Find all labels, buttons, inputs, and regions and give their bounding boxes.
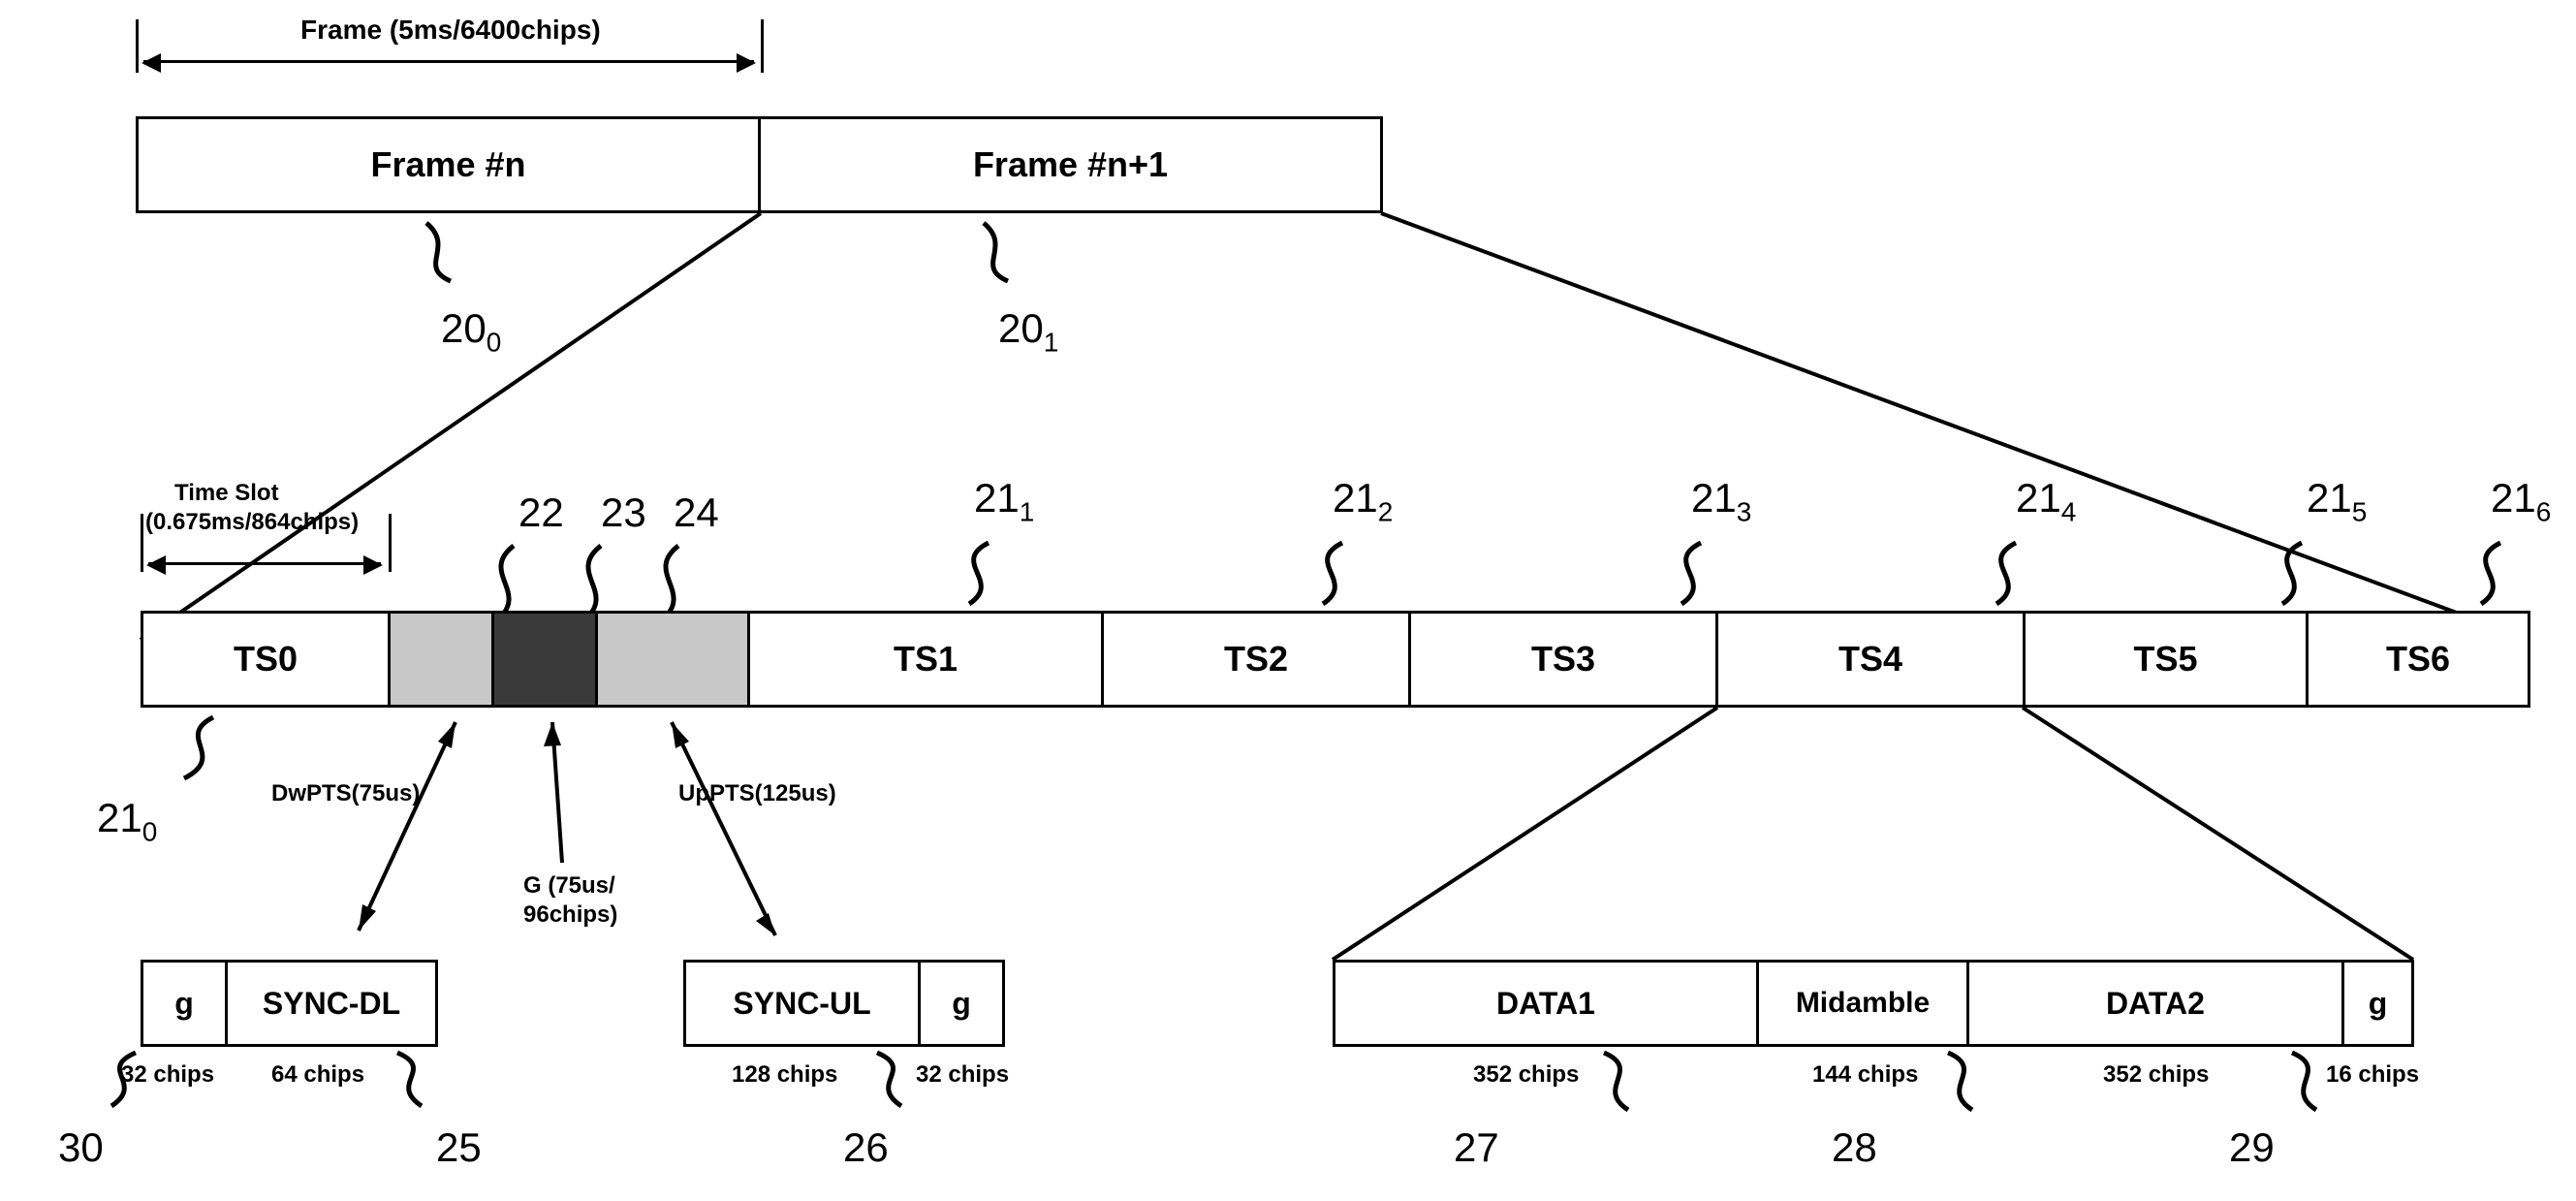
syncdl-g: g	[141, 960, 228, 1047]
burst-chips-g: 16 chips	[2326, 1061, 2419, 1089]
syncul-chips-g: 32 chips	[916, 1061, 1009, 1089]
burst-midamble: Midamble	[1756, 960, 1969, 1047]
burst-data1: DATA1	[1333, 960, 1759, 1047]
ref-27: 27	[1454, 1124, 1499, 1171]
ref-30: 30	[58, 1124, 104, 1171]
burst-g: g	[2341, 960, 2414, 1047]
burst-chips-mid: 144 chips	[1812, 1061, 1918, 1089]
syncul-chips-s: 128 chips	[732, 1061, 837, 1089]
ref-25: 25	[436, 1124, 482, 1171]
ref-29: 29	[2229, 1124, 2275, 1171]
syncul-g: g	[918, 960, 1005, 1047]
ref-28: 28	[1832, 1124, 1877, 1171]
burst-data2: DATA2	[1966, 960, 2344, 1047]
burst-chips-d2: 352 chips	[2103, 1061, 2209, 1089]
ref-26: 26	[843, 1124, 889, 1171]
burst-chips-d1: 352 chips	[1473, 1061, 1579, 1089]
syncdl-chips-s: 64 chips	[271, 1061, 364, 1089]
syncdl-box: SYNC-DL	[225, 960, 438, 1047]
syncul-box: SYNC-UL	[683, 960, 921, 1047]
